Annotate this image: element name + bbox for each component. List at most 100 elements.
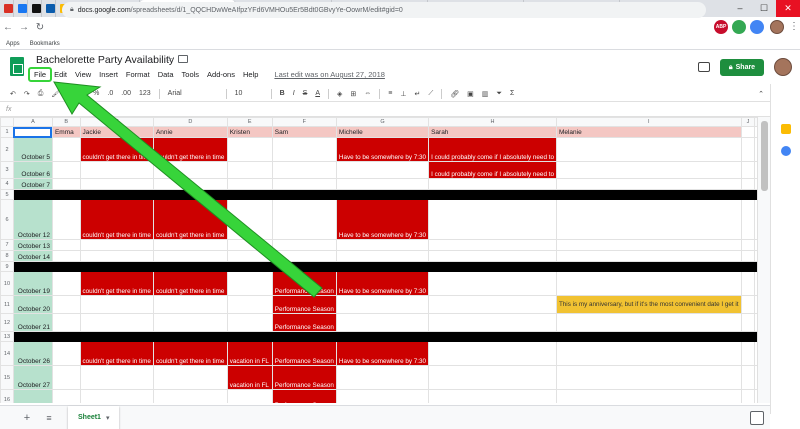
vertical-align-icon[interactable]: ⊥: [400, 90, 406, 98]
select-all-corner[interactable]: [0, 117, 14, 127]
empty-cell[interactable]: [226, 161, 273, 179]
availability-cell[interactable]: couldn't get there in time: [79, 199, 154, 240]
text-rotate-icon[interactable]: ⟋: [428, 90, 433, 98]
availability-cell[interactable]: Have to be somewhere by 7:30: [335, 137, 430, 162]
chevron-down-icon[interactable]: ▾: [106, 414, 110, 422]
empty-cell[interactable]: [555, 137, 742, 162]
empty-cell[interactable]: [428, 250, 557, 262]
collapse-toolbar-icon[interactable]: ⌃: [758, 90, 764, 98]
empty-cell[interactable]: [428, 313, 557, 332]
empty-cell[interactable]: [79, 239, 154, 251]
row-header[interactable]: 11: [0, 295, 14, 314]
empty-cell[interactable]: [51, 178, 81, 190]
browser-tab[interactable]: [28, 0, 42, 17]
separator-cell[interactable]: [740, 261, 756, 272]
add-sheet-icon[interactable]: +: [20, 412, 34, 424]
star-icon[interactable]: ☆: [165, 54, 173, 65]
availability-cell[interactable]: vacation in FL: [226, 365, 273, 390]
empty-cell[interactable]: [555, 161, 742, 179]
account-avatar[interactable]: [774, 58, 792, 76]
name-header-cell[interactable]: Annie: [152, 126, 228, 138]
empty-cell[interactable]: [740, 389, 756, 403]
empty-cell[interactable]: [152, 161, 228, 179]
empty-cell[interactable]: [740, 161, 756, 179]
empty-cell[interactable]: [226, 137, 273, 162]
extension-icon[interactable]: [750, 20, 764, 34]
forward-icon[interactable]: →: [16, 22, 32, 33]
empty-cell[interactable]: [740, 313, 756, 332]
empty-cell[interactable]: [51, 365, 81, 390]
folder-icon[interactable]: [178, 55, 188, 63]
separator-cell[interactable]: [226, 261, 273, 272]
name-header-cell[interactable]: Melanie: [555, 126, 742, 138]
availability-cell[interactable]: Performance Season: [271, 271, 337, 296]
spreadsheet-grid[interactable]: ABCDEFGHIJK1EmmaJackieAnnieKristenSamMic…: [0, 117, 770, 403]
horizontal-align-icon[interactable]: ≡: [388, 90, 392, 97]
column-header[interactable]: C: [79, 117, 154, 127]
separator-cell[interactable]: [271, 261, 337, 272]
last-edit-link[interactable]: Last edit was on August 27, 2018: [270, 69, 389, 80]
empty-cell[interactable]: [740, 199, 756, 240]
document-title[interactable]: Bachelorette Party Availability: [36, 54, 174, 66]
bookmarks-folder[interactable]: Bookmarks: [30, 41, 60, 47]
all-sheets-icon[interactable]: ≡: [42, 413, 56, 423]
column-header[interactable]: G: [335, 117, 430, 127]
column-header[interactable]: F: [271, 117, 337, 127]
separator-cell[interactable]: [152, 261, 228, 272]
separator-cell[interactable]: [740, 189, 756, 200]
empty-cell[interactable]: [51, 137, 81, 162]
separator-cell[interactable]: [226, 189, 273, 200]
separator-cell[interactable]: [428, 331, 557, 342]
empty-cell[interactable]: [335, 239, 430, 251]
more-formats-button[interactable]: 123: [139, 90, 151, 97]
empty-cell[interactable]: [428, 389, 557, 403]
scrollbar-thumb[interactable]: [761, 121, 768, 191]
separator-cell[interactable]: [271, 189, 337, 200]
empty-cell[interactable]: [271, 239, 337, 251]
availability-cell[interactable]: couldn't get there in time: [79, 137, 154, 162]
empty-cell[interactable]: [555, 271, 742, 296]
filter-icon[interactable]: ⏷: [496, 90, 502, 98]
availability-cell[interactable]: Performance Season: [271, 295, 337, 314]
separator-cell[interactable]: [428, 261, 557, 272]
row-header[interactable]: 7: [0, 239, 14, 251]
undo-icon[interactable]: ↶: [10, 90, 16, 98]
separator-cell[interactable]: [12, 261, 53, 272]
browser-tab[interactable]: [0, 0, 14, 17]
row-header[interactable]: 6: [0, 199, 14, 240]
row-header[interactable]: 10: [0, 271, 14, 296]
empty-cell[interactable]: [79, 250, 154, 262]
bold-button[interactable]: B: [280, 90, 285, 97]
empty-cell[interactable]: [79, 295, 154, 314]
empty-cell[interactable]: [51, 199, 81, 240]
empty-cell[interactable]: [226, 199, 273, 240]
date-cell[interactable]: October 26: [12, 341, 53, 366]
menu-add-ons[interactable]: Add-ons: [203, 69, 239, 80]
separator-cell[interactable]: [51, 331, 81, 342]
empty-cell[interactable]: [51, 161, 81, 179]
empty-cell[interactable]: [740, 137, 756, 162]
separator-cell[interactable]: [79, 331, 154, 342]
row-header[interactable]: 16: [0, 389, 14, 403]
empty-cell[interactable]: [79, 365, 154, 390]
column-header[interactable]: D: [152, 117, 228, 127]
empty-cell[interactable]: [555, 199, 742, 240]
name-header-cell[interactable]: [740, 126, 756, 138]
column-header[interactable]: H: [428, 117, 557, 127]
name-header-cell[interactable]: Michelle: [335, 126, 430, 138]
empty-cell[interactable]: [152, 178, 228, 190]
insert-comment-icon[interactable]: ▣: [467, 90, 474, 98]
maximize-icon[interactable]: ☐: [752, 0, 776, 17]
availability-cell[interactable]: Performance Season: [271, 389, 337, 403]
availability-cell[interactable]: couldn't get there in time: [79, 271, 154, 296]
text-color-button[interactable]: A: [315, 90, 320, 97]
empty-cell[interactable]: [51, 389, 81, 403]
browser-tab[interactable]: [14, 0, 28, 17]
separator-cell[interactable]: [335, 331, 430, 342]
empty-cell[interactable]: [740, 250, 756, 262]
adblock-icon[interactable]: ABP: [714, 20, 728, 34]
empty-cell[interactable]: [335, 178, 430, 190]
date-cell[interactable]: October 21: [12, 313, 53, 332]
empty-cell[interactable]: [271, 199, 337, 240]
browser-tab[interactable]: [42, 0, 56, 17]
